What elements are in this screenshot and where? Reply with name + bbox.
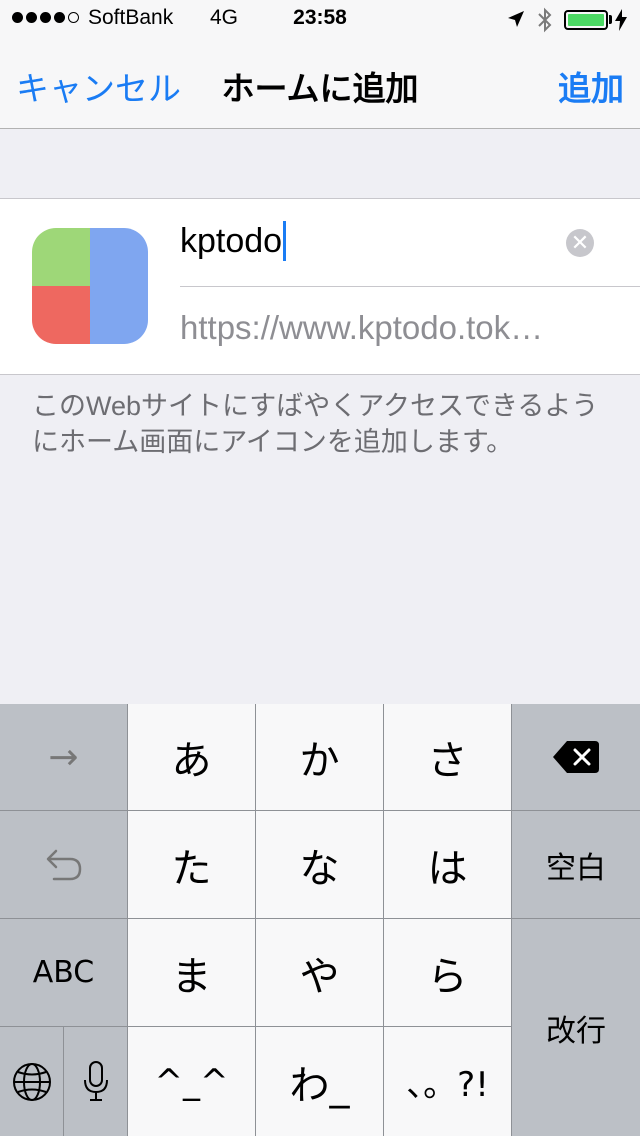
- space-key[interactable]: 空白: [512, 811, 640, 918]
- battery-icon: [564, 10, 608, 30]
- return-key[interactable]: 改行: [512, 919, 640, 1136]
- bookmark-url: https://www.kptodo.tok…: [180, 309, 544, 346]
- globe-icon: [12, 1062, 51, 1101]
- key-ta[interactable]: た: [128, 811, 255, 918]
- navigation-bar: キャンセル ホームに追加 追加: [0, 40, 640, 129]
- text-cursor: [283, 221, 287, 261]
- key-ha[interactable]: は: [384, 811, 511, 918]
- icon-quadrant-green: [32, 228, 90, 286]
- bookmark-name-value: kptodo: [180, 221, 283, 260]
- abc-key[interactable]: ABC: [0, 919, 127, 1026]
- page-title: ホームに追加: [221, 70, 419, 107]
- add-button[interactable]: 追加: [558, 62, 624, 110]
- icon-quadrant-red: [32, 286, 90, 344]
- delete-key[interactable]: [512, 704, 640, 810]
- clear-text-icon[interactable]: ✕: [566, 229, 594, 257]
- undo-key[interactable]: [0, 811, 127, 918]
- backspace-icon: [553, 741, 599, 773]
- icon-quadrant-blue: [90, 228, 148, 344]
- bookmark-card: kptodo ✕ https://www.kptodo.tok…: [0, 198, 640, 375]
- key-a[interactable]: あ: [128, 704, 255, 810]
- battery-tip: [609, 15, 612, 24]
- status-bar: SoftBank 4G 23:58: [0, 0, 640, 40]
- location-arrow-icon: [508, 11, 524, 27]
- field-divider: [180, 286, 640, 287]
- dictation-key[interactable]: [64, 1027, 127, 1136]
- battery-level: [568, 14, 604, 26]
- key-ma[interactable]: ま: [128, 919, 255, 1026]
- key-na[interactable]: な: [256, 811, 383, 918]
- charging-bolt-icon: [615, 9, 627, 31]
- emoticon-key[interactable]: ^_^: [128, 1027, 255, 1136]
- japanese-kana-keyboard: → あ か さ た な は 空白 ABC ま や ら 改行 ^_^ わ_ 、。?…: [0, 704, 640, 1136]
- punctuation-key[interactable]: 、。?!: [384, 1027, 511, 1136]
- undo-icon: [46, 849, 81, 880]
- key-ka[interactable]: か: [256, 704, 383, 810]
- microphone-icon: [83, 1060, 108, 1101]
- key-wa[interactable]: わ_: [256, 1027, 383, 1136]
- key-sa[interactable]: さ: [384, 704, 511, 810]
- globe-key[interactable]: [0, 1027, 63, 1136]
- description-text: このWebサイトにすばやくアクセスできるようにホーム画面にアイコンを追加します。: [32, 391, 599, 457]
- key-ya[interactable]: や: [256, 919, 383, 1026]
- next-candidate-key[interactable]: →: [0, 704, 127, 810]
- app-icon: [32, 228, 148, 344]
- key-ra[interactable]: ら: [384, 919, 511, 1026]
- bluetooth-icon: [538, 7, 552, 33]
- bookmark-name-input[interactable]: kptodo: [180, 221, 287, 261]
